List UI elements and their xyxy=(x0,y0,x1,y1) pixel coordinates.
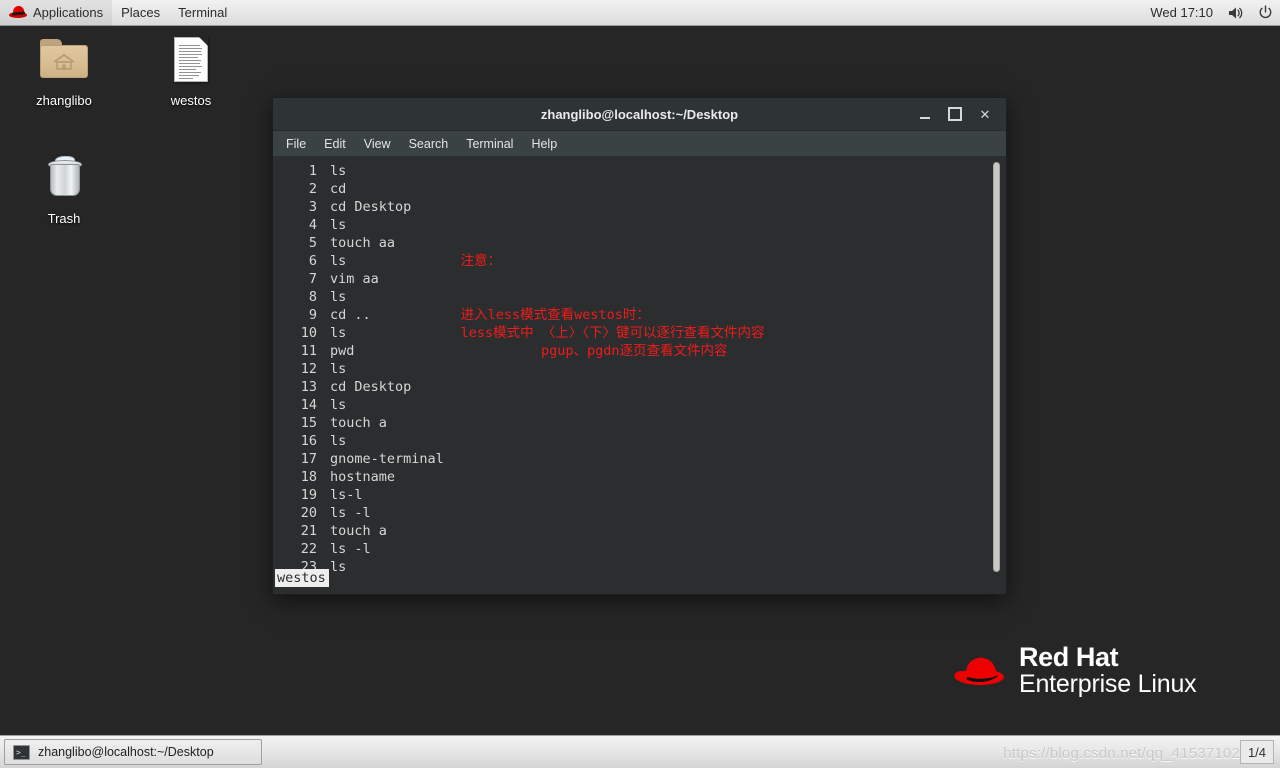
red-hat-fedora-icon xyxy=(9,5,27,19)
history-line-command: ls -l xyxy=(330,505,371,521)
menu-edit[interactable]: Edit xyxy=(315,131,355,157)
history-line: 14 ls xyxy=(273,396,1006,414)
rhel-logo-line1: Red Hat xyxy=(1019,642,1119,672)
terminal-titlebar[interactable]: zhanglibo@localhost:~/Desktop xyxy=(273,98,1006,131)
terminal-scrollbar[interactable] xyxy=(991,160,1002,591)
panel-status-area: Wed 17:10 xyxy=(1142,0,1280,26)
history-line-number: 19 xyxy=(300,487,317,503)
history-line: 13 cd Desktop xyxy=(273,378,1006,396)
history-line-number: 21 xyxy=(300,523,317,539)
annotation-line xyxy=(273,234,1006,252)
history-line-number: 15 xyxy=(300,415,317,431)
menu-file[interactable]: File xyxy=(277,131,315,157)
history-line-number: 17 xyxy=(300,451,317,467)
applications-menu-label: Applications xyxy=(33,5,104,20)
red-hat-logo-icon xyxy=(954,657,1004,685)
history-line-number: 20 xyxy=(300,505,317,521)
scrollbar-thumb[interactable] xyxy=(993,162,1000,572)
clock[interactable]: Wed 17:10 xyxy=(1142,5,1221,20)
terminal-menubar: File Edit View Search Terminal Help xyxy=(273,131,1006,157)
history-line: 19 ls-l xyxy=(273,486,1006,504)
annotation-line xyxy=(273,216,1006,234)
annotation-line: 注意： xyxy=(273,252,1006,270)
history-line-number: 22 xyxy=(300,541,317,557)
power-icon[interactable] xyxy=(1251,0,1280,26)
menu-view[interactable]: View xyxy=(355,131,400,157)
annotation-line xyxy=(273,162,1006,180)
terminal-title: zhanglibo@localhost:~/Desktop xyxy=(540,106,739,122)
trash-can-icon xyxy=(38,152,90,204)
annotation-text: less模式中 〈上〉〈下〉键可以逐行查看文件内容 xyxy=(460,325,765,341)
annotation-text: pgup、pgdn逐页查看文件内容 xyxy=(541,343,728,359)
desktop-icon-label: westos xyxy=(170,93,212,108)
annotation-line xyxy=(273,288,1006,306)
history-line: 22 ls -l xyxy=(273,540,1006,558)
terminal-icon xyxy=(13,744,30,760)
window-controls xyxy=(910,98,1006,131)
menu-terminal[interactable]: Terminal xyxy=(457,131,522,157)
volume-icon[interactable] xyxy=(1221,0,1251,26)
workspace-switcher[interactable]: 1/4 xyxy=(1240,740,1274,764)
terminal-menu[interactable]: Terminal xyxy=(169,0,236,26)
text-document-icon xyxy=(165,34,217,86)
annotation-overlay: 注意： 进入less模式查看westos时： less模式中 〈上〉〈下〉键可以逐… xyxy=(273,162,1006,378)
close-button[interactable] xyxy=(970,98,1000,131)
annotation-text: 注意： xyxy=(460,253,502,269)
history-line: 23 ls xyxy=(273,558,1006,576)
history-line-command: touch a xyxy=(330,415,387,431)
highlighted-output: westos xyxy=(275,569,329,587)
places-menu-label: Places xyxy=(121,5,161,20)
history-line-command: cd Desktop xyxy=(330,379,412,395)
home-folder-icon xyxy=(38,34,90,86)
history-line: 20 ls -l xyxy=(273,504,1006,522)
taskbar: zhanglibo@localhost:~/Desktop https://bl… xyxy=(0,735,1280,768)
maximize-button[interactable] xyxy=(940,98,970,131)
desktop-icon-zhanglibo[interactable]: zhanglibo xyxy=(16,34,112,108)
history-line: 16 ls xyxy=(273,432,1006,450)
annotation-line: less模式中 〈上〉〈下〉键可以逐行查看文件内容 xyxy=(273,324,1006,342)
annotation-line: pgup、pgdn逐页查看文件内容 xyxy=(273,342,1006,360)
terminal-menu-label: Terminal xyxy=(178,5,228,20)
history-line-command: ls xyxy=(330,433,347,449)
desktop-icon-trash[interactable]: Trash xyxy=(16,152,112,226)
terminal-screen[interactable]: 1 ls 2 cd 3 cd Desktop 4 ls 5 touch aa 6 ls 7 vim aa 8… xyxy=(273,157,1006,594)
history-line: 18 hostname xyxy=(273,468,1006,486)
annotation-line: 进入less模式查看westos时： xyxy=(273,306,1006,324)
desktop-icon-westos[interactable]: westos xyxy=(143,34,239,108)
taskbar-window-label: zhanglibo@localhost:~/Desktop xyxy=(38,745,214,759)
history-line-number: 13 xyxy=(300,379,317,395)
history-line: 21 touch a xyxy=(273,522,1006,540)
minimize-button[interactable] xyxy=(910,98,940,131)
rhel-logo: Red Hat Enterprise Linux xyxy=(953,642,1197,698)
taskbar-window-button[interactable]: zhanglibo@localhost:~/Desktop xyxy=(4,739,262,765)
history-line-command: hostname xyxy=(330,469,396,485)
history-line-command: ls-l xyxy=(330,487,363,503)
annotation-line xyxy=(273,360,1006,378)
watermark-text: https://blog.csdn.net/qq_41537102 xyxy=(1003,745,1240,762)
history-line-command: ls -l xyxy=(330,541,371,557)
annotation-line xyxy=(273,198,1006,216)
rhel-logo-line2: Enterprise Linux xyxy=(1019,669,1197,698)
history-line-number: 14 xyxy=(300,397,317,413)
annotation-line xyxy=(273,180,1006,198)
top-panel: Applications Places Terminal Wed 17:10 xyxy=(0,0,1280,26)
history-line: 15 touch a xyxy=(273,414,1006,432)
history-line-command: touch a xyxy=(330,523,387,539)
menu-help[interactable]: Help xyxy=(522,131,566,157)
history-line-command: ls xyxy=(330,397,347,413)
terminal-window: zhanglibo@localhost:~/Desktop File Edit … xyxy=(272,97,1007,595)
places-menu[interactable]: Places xyxy=(112,0,169,26)
history-line: 17 gnome-terminal xyxy=(273,450,1006,468)
history-line-number: 18 xyxy=(300,469,317,485)
history-line-number: 16 xyxy=(300,433,317,449)
desktop-icon-label: zhanglibo xyxy=(36,93,92,108)
menu-search[interactable]: Search xyxy=(400,131,458,157)
annotation-text: 进入less模式查看westos时： xyxy=(460,307,650,323)
annotation-line xyxy=(273,270,1006,288)
applications-menu[interactable]: Applications xyxy=(0,0,113,26)
desktop-icon-label: Trash xyxy=(47,211,81,226)
history-line-command: gnome-terminal xyxy=(330,451,444,467)
terminal-output-line: westos xyxy=(273,569,329,587)
